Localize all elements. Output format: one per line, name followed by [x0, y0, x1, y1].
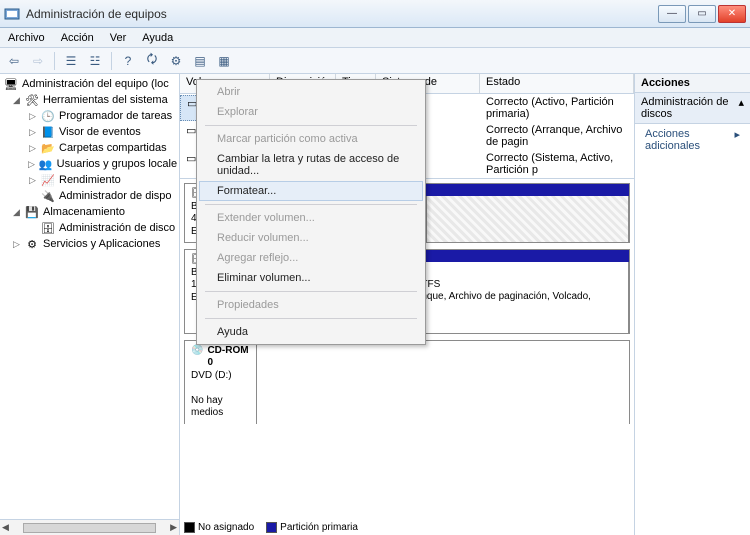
tree-carpetas[interactable]: ▷📂Carpetas compartidas: [2, 140, 177, 156]
refresh-icon[interactable]: 🗘: [142, 51, 162, 71]
menubar: Archivo Acción Ver Ayuda: [0, 28, 750, 48]
disk-info: 💿CD-ROM 0 DVD (D:) No hay medios: [185, 341, 257, 424]
tree-discos[interactable]: 🗄Administración de disco: [2, 220, 177, 236]
forward-icon[interactable]: ⇨: [28, 51, 48, 71]
tree-dispositivos[interactable]: 🔌Administrador de dispo: [2, 188, 177, 204]
back-icon[interactable]: ⇦: [4, 51, 24, 71]
ctx-reducir[interactable]: Reducir volumen...: [199, 228, 423, 248]
ctx-eliminar[interactable]: Eliminar volumen...: [199, 268, 423, 288]
legend: No asignado Partición primaria: [180, 520, 634, 535]
ctx-letra[interactable]: Cambiar la letra y rutas de acceso de un…: [199, 149, 423, 181]
ctx-prop[interactable]: Propiedades: [199, 295, 423, 315]
tree-visor[interactable]: ▷📘Visor de eventos: [2, 124, 177, 140]
minimize-button[interactable]: —: [658, 5, 686, 23]
ctx-explorar[interactable]: Explorar: [199, 102, 423, 122]
actions-header: Acciones: [635, 74, 750, 93]
ctx-activa[interactable]: Marcar partición como activa: [199, 129, 423, 149]
menu-ayuda[interactable]: Ayuda: [134, 32, 181, 44]
actions-section[interactable]: Administración de discos▴: [635, 93, 750, 124]
col-estado[interactable]: Estado: [480, 74, 634, 93]
legend-primary: Partición primaria: [280, 522, 358, 533]
close-button[interactable]: ✕: [718, 5, 746, 23]
app-icon: [4, 6, 20, 22]
window-buttons: — ▭ ✕: [658, 5, 746, 23]
tree-scrollbar[interactable]: ◀▶: [0, 519, 179, 535]
actions-pane: Acciones Administración de discos▴ Accio…: [635, 74, 750, 535]
view-graphic-icon[interactable]: ▦: [214, 51, 234, 71]
tree-almacenamiento[interactable]: ◢💾Almacenamiento: [2, 204, 177, 220]
titlebar: Administración de equipos — ▭ ✕: [0, 0, 750, 28]
show-hide-icon[interactable]: ☰: [61, 51, 81, 71]
help-icon[interactable]: ?: [118, 51, 138, 71]
maximize-button[interactable]: ▭: [688, 5, 716, 23]
tree-herramientas[interactable]: ◢🛠Herramientas del sistema: [2, 92, 177, 108]
cdrom-0[interactable]: 💿CD-ROM 0 DVD (D:) No hay medios: [184, 340, 630, 424]
context-menu: Abrir Explorar Marcar partición como act…: [196, 79, 426, 345]
nav-tree[interactable]: 🖥Administración del equipo (loc ◢🛠Herram…: [0, 74, 180, 535]
menu-accion[interactable]: Acción: [53, 32, 102, 44]
ctx-formatear[interactable]: Formatear...: [199, 181, 423, 201]
collapse-icon[interactable]: ▴: [738, 96, 744, 120]
tree-programador[interactable]: ▷🕒Programador de tareas: [2, 108, 177, 124]
tree-rendimiento[interactable]: ▷📈Rendimiento: [2, 172, 177, 188]
ctx-ayuda[interactable]: Ayuda: [199, 322, 423, 342]
toolbar: ⇦ ⇨ ☰ ☳ ? 🗘 ⚙ ▤ ▦: [0, 48, 750, 74]
window-title: Administración de equipos: [26, 7, 658, 21]
properties-icon[interactable]: ☳: [85, 51, 105, 71]
disk-settings-icon[interactable]: ⚙: [166, 51, 186, 71]
menu-archivo[interactable]: Archivo: [0, 32, 53, 44]
actions-more[interactable]: Acciones adicionales▸: [635, 124, 750, 156]
tree-root[interactable]: 🖥Administración del equipo (loc: [2, 76, 177, 92]
legend-unallocated: No asignado: [198, 522, 254, 533]
ctx-reflejo[interactable]: Agregar reflejo...: [199, 248, 423, 268]
chevron-right-icon: ▸: [734, 128, 740, 152]
ctx-abrir[interactable]: Abrir: [199, 82, 423, 102]
ctx-extender[interactable]: Extender volumen...: [199, 208, 423, 228]
cdrom-icon: 💿: [191, 345, 203, 370]
view-list-icon[interactable]: ▤: [190, 51, 210, 71]
unallocated-space[interactable]: [427, 196, 629, 242]
menu-ver[interactable]: Ver: [102, 32, 135, 44]
tree-servicios[interactable]: ▷⚙Servicios y Aplicaciones: [2, 236, 177, 252]
tree-usuarios[interactable]: ▷👥Usuarios y grupos locale: [2, 156, 177, 172]
